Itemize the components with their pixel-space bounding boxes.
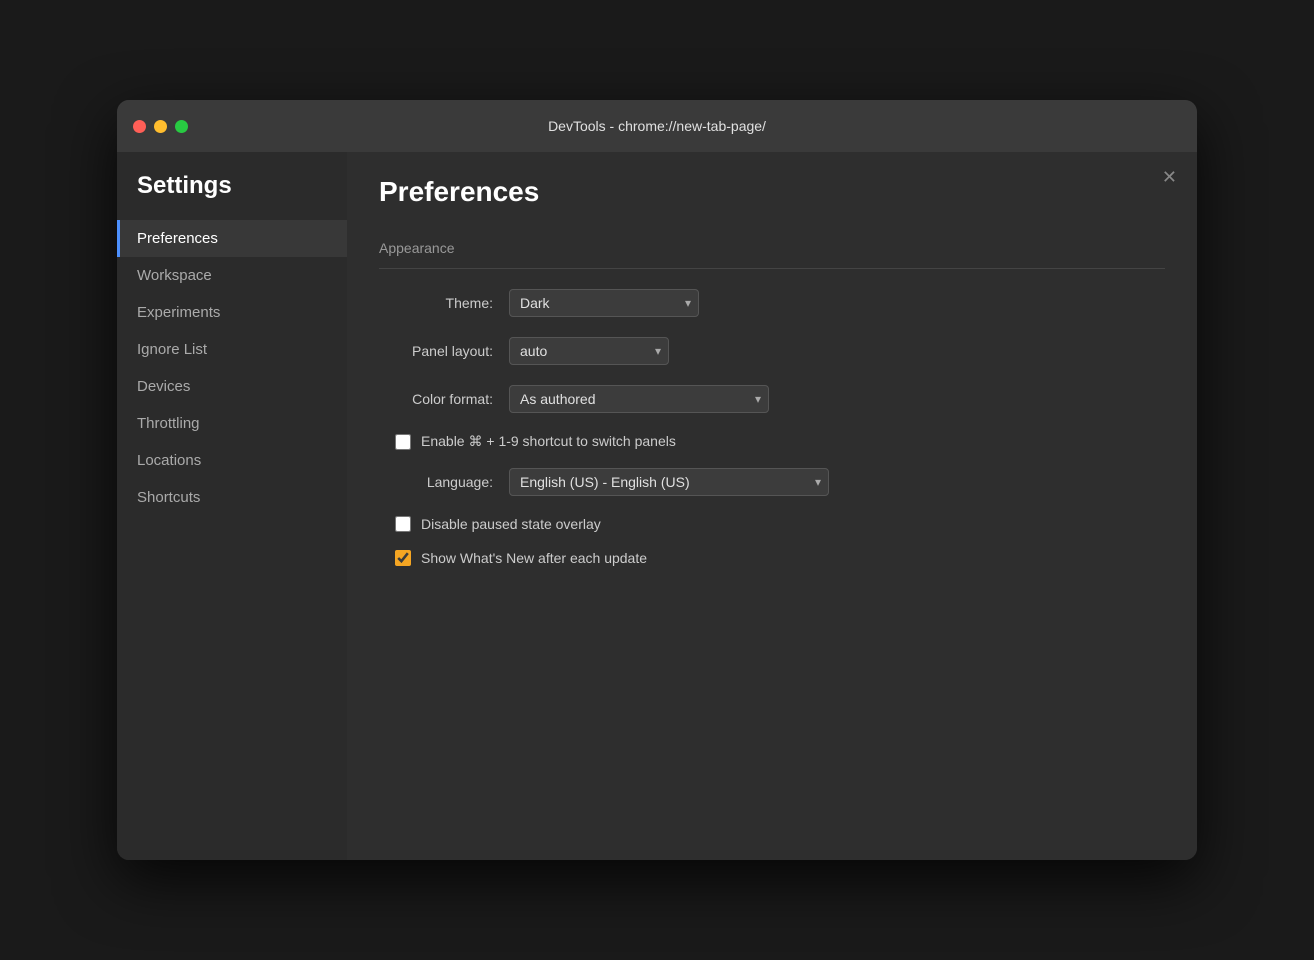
- sidebar-item-devices[interactable]: Devices: [117, 368, 347, 405]
- panel-layout-select-wrapper: auto horizontal vertical: [509, 337, 669, 365]
- close-button[interactable]: [133, 120, 146, 133]
- content-area: Settings Preferences Workspace Experimen…: [117, 152, 1197, 860]
- sidebar-item-label: Devices: [137, 378, 190, 395]
- whats-new-checkbox-row: Show What's New after each update: [379, 550, 1165, 566]
- shortcut-checkbox[interactable]: [395, 434, 411, 450]
- sidebar-item-preferences[interactable]: Preferences: [117, 220, 347, 257]
- main-body: Appearance Theme: Default Dark Light Pan…: [347, 224, 1197, 860]
- maximize-button[interactable]: [175, 120, 188, 133]
- color-format-select[interactable]: As authored HEX RGB HSL: [509, 385, 769, 413]
- sidebar-item-label: Shortcuts: [137, 489, 200, 506]
- sidebar-item-throttling[interactable]: Throttling: [117, 405, 347, 442]
- shortcut-checkbox-row: Enable ⌘ + 1-9 shortcut to switch panels: [379, 433, 1165, 450]
- sidebar-heading: Settings: [117, 172, 347, 220]
- theme-select[interactable]: Default Dark Light: [509, 289, 699, 317]
- paused-state-checkbox-label: Disable paused state overlay: [421, 516, 601, 532]
- minimize-button[interactable]: [154, 120, 167, 133]
- language-select[interactable]: English (US) - English (US): [509, 468, 829, 496]
- color-format-label: Color format:: [379, 391, 509, 407]
- whats-new-checkbox[interactable]: [395, 550, 411, 566]
- sidebar-item-label: Experiments: [137, 304, 220, 321]
- titlebar: DevTools - chrome://new-tab-page/: [117, 100, 1197, 152]
- sidebar-item-label: Throttling: [137, 415, 200, 432]
- panel-layout-select[interactable]: auto horizontal vertical: [509, 337, 669, 365]
- page-title: Preferences: [379, 176, 1165, 208]
- sidebar-item-shortcuts[interactable]: Shortcuts: [117, 479, 347, 516]
- window-title: DevTools - chrome://new-tab-page/: [548, 118, 766, 134]
- traffic-lights: [133, 120, 188, 133]
- language-row: Language: English (US) - English (US): [379, 468, 1165, 496]
- sidebar-item-label: Preferences: [137, 230, 218, 247]
- color-format-row: Color format: As authored HEX RGB HSL: [379, 385, 1165, 413]
- shortcut-checkbox-label: Enable ⌘ + 1-9 shortcut to switch panels: [421, 433, 676, 450]
- panel-layout-label: Panel layout:: [379, 343, 509, 359]
- paused-state-checkbox[interactable]: [395, 516, 411, 532]
- paused-state-checkbox-row: Disable paused state overlay: [379, 516, 1165, 532]
- theme-select-wrapper: Default Dark Light: [509, 289, 699, 317]
- sidebar-item-label: Locations: [137, 452, 201, 469]
- main-header: Preferences: [347, 152, 1197, 224]
- sidebar-item-ignore-list[interactable]: Ignore List: [117, 331, 347, 368]
- sidebar-item-workspace[interactable]: Workspace: [117, 257, 347, 294]
- devtools-window: DevTools - chrome://new-tab-page/ Settin…: [117, 100, 1197, 860]
- sidebar-item-label: Ignore List: [137, 341, 207, 358]
- sidebar-item-label: Workspace: [137, 267, 212, 284]
- theme-row: Theme: Default Dark Light: [379, 289, 1165, 317]
- panel-layout-row: Panel layout: auto horizontal vertical: [379, 337, 1165, 365]
- close-icon[interactable]: ✕: [1162, 168, 1177, 186]
- theme-label: Theme:: [379, 295, 509, 311]
- whats-new-checkbox-label: Show What's New after each update: [421, 550, 647, 566]
- language-select-wrapper: English (US) - English (US): [509, 468, 829, 496]
- language-label: Language:: [379, 474, 509, 490]
- color-format-select-wrapper: As authored HEX RGB HSL: [509, 385, 769, 413]
- sidebar-item-locations[interactable]: Locations: [117, 442, 347, 479]
- main-panel: ✕ Preferences Appearance Theme: Default …: [347, 152, 1197, 860]
- section-title: Appearance: [379, 224, 1165, 269]
- sidebar-item-experiments[interactable]: Experiments: [117, 294, 347, 331]
- sidebar: Settings Preferences Workspace Experimen…: [117, 152, 347, 860]
